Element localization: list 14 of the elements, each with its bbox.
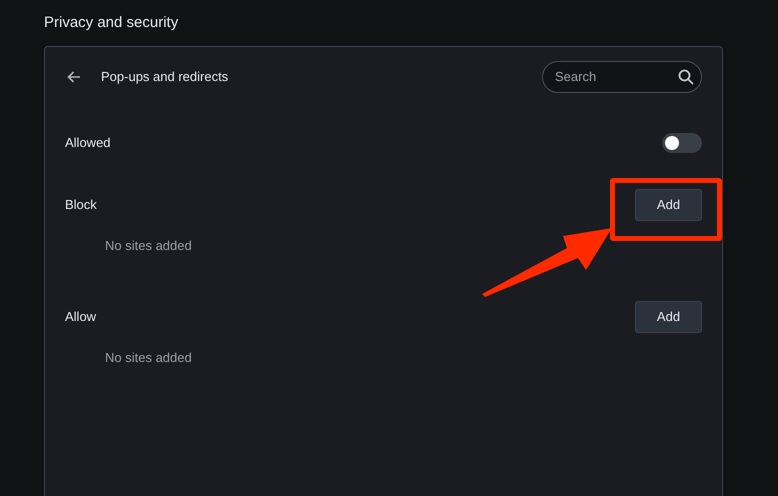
setting-label: Allowed	[65, 134, 111, 152]
add-button[interactable]: Add	[635, 301, 702, 333]
search-icon	[678, 68, 694, 84]
empty-message: No sites added	[105, 237, 192, 256]
add-button[interactable]: Add	[635, 189, 702, 221]
empty-message: No sites added	[105, 349, 192, 368]
section-label: Block	[65, 196, 97, 214]
back-arrow-icon	[66, 68, 82, 84]
panel-title: Pop-ups and redirects	[101, 68, 228, 86]
search-field[interactable]: Search	[542, 60, 702, 92]
back-button[interactable]	[66, 68, 82, 84]
toggle-switch[interactable]	[662, 133, 702, 153]
section-label: Allow	[65, 308, 96, 326]
page-title: Privacy and security	[44, 13, 178, 33]
